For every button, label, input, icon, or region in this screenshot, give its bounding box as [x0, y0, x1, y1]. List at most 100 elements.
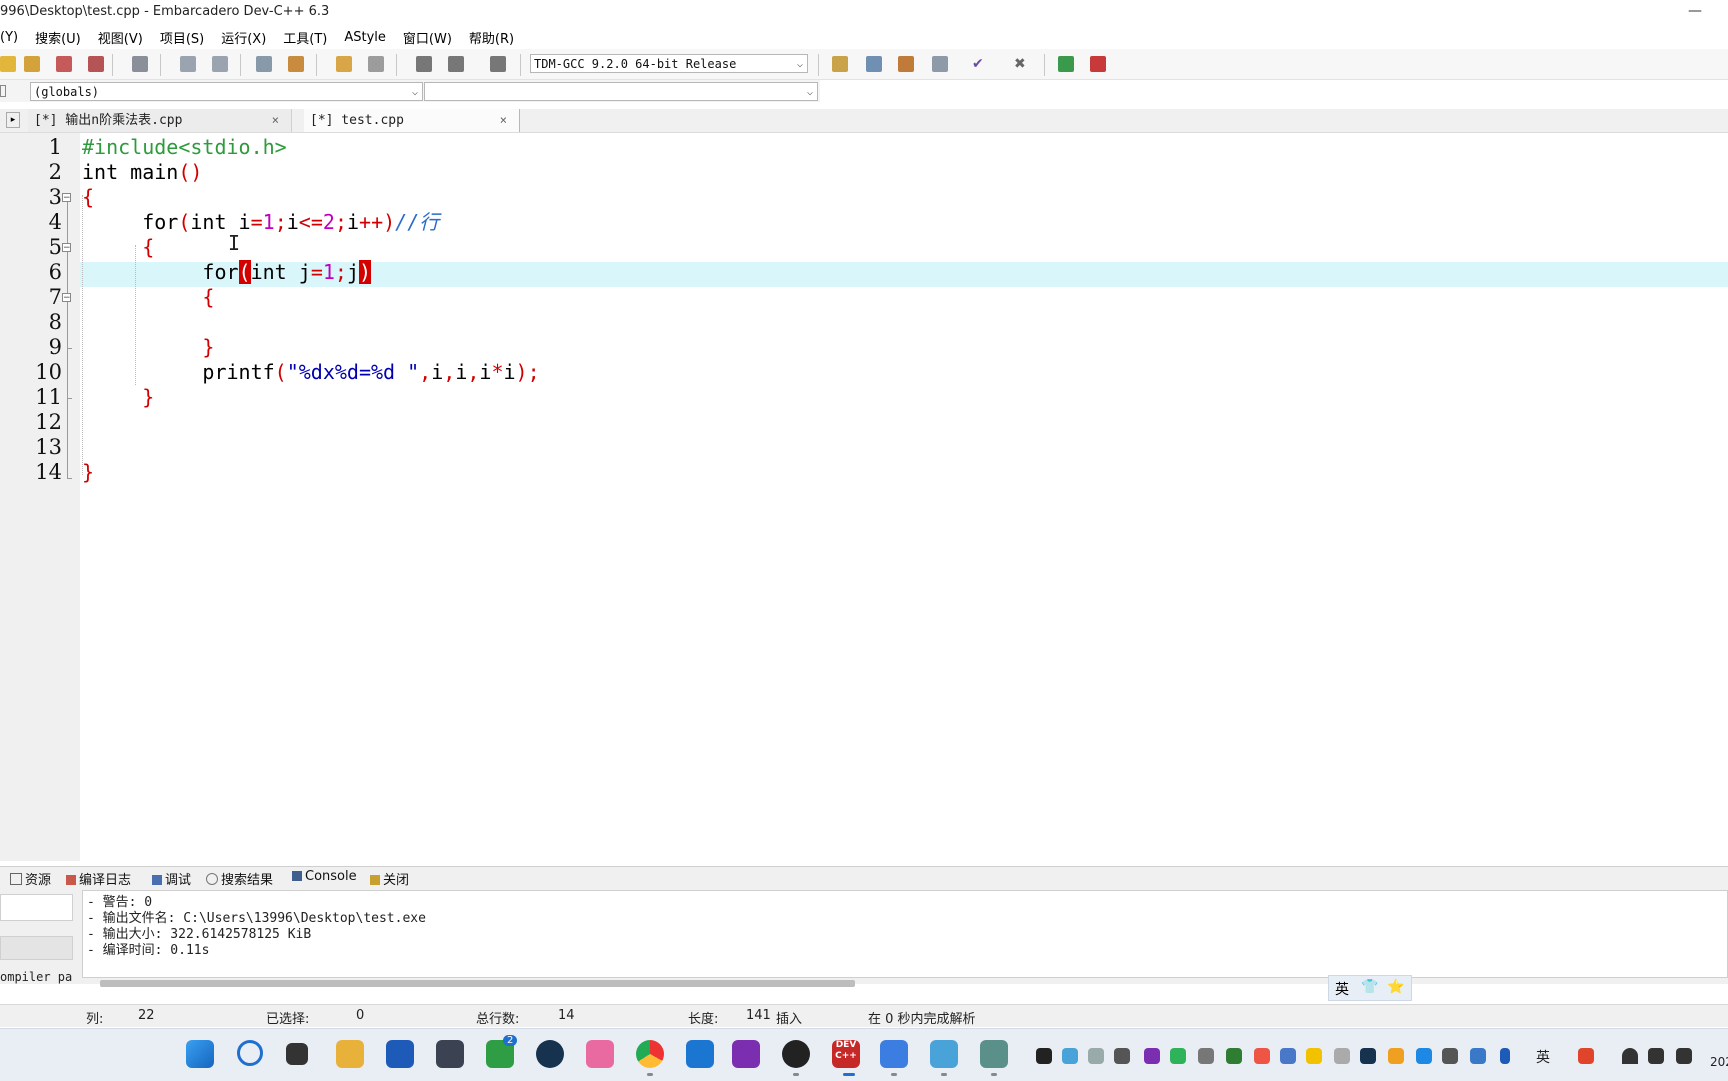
devcpp-icon[interactable]: DEV C++	[832, 1040, 860, 1068]
tab-console[interactable]: Console	[292, 869, 357, 884]
toggle-comment-icon[interactable]	[490, 56, 506, 72]
tab-close-panel[interactable]: 关闭	[370, 869, 409, 888]
redo-icon[interactable]	[368, 56, 384, 72]
close-icon[interactable]: ×	[272, 109, 279, 132]
chrome-icon[interactable]	[636, 1040, 664, 1068]
tray-icon[interactable]	[1254, 1048, 1270, 1064]
menu-item-search[interactable]: 搜索(U)	[35, 28, 81, 47]
compile-log-output[interactable]: - 警告: 0 - 输出文件名: C:\Users\13996\Desktop\…	[82, 890, 1728, 978]
tray-language[interactable]: 英	[1536, 1047, 1550, 1067]
star-icon[interactable]: ⭐	[1387, 979, 1404, 995]
onenote-icon[interactable]	[732, 1040, 760, 1068]
tray-icon[interactable]	[1170, 1048, 1186, 1064]
replace-icon[interactable]	[212, 56, 228, 72]
menu-item-file[interactable]: (Y)	[0, 30, 18, 45]
tab-resources[interactable]: 资源	[10, 869, 51, 888]
editor-tab-bar: ▸ [*] 输出n阶乘法表.cpp × [*] test.cpp ×	[0, 109, 1728, 133]
bluetooth-icon[interactable]	[1416, 1048, 1432, 1064]
stop-icon[interactable]: ✖	[1014, 56, 1030, 72]
code-editor[interactable]: 1 2 3 4 5 6 7 8 9 10 11 12 13 14 − − − #…	[0, 133, 1728, 861]
start-icon[interactable]	[186, 1040, 214, 1068]
minimize-button[interactable]: —	[1678, 0, 1712, 24]
wifi-icon[interactable]	[1622, 1048, 1638, 1064]
app-icon[interactable]	[686, 1040, 714, 1068]
compiler-select[interactable]: TDM-GCC 9.2.0 64-bit Release ⌵	[530, 54, 808, 73]
open-icon[interactable]	[0, 56, 16, 72]
member-select[interactable]: ⌵	[424, 82, 818, 101]
tray-icon[interactable]	[1036, 1048, 1052, 1064]
tray-icon[interactable]	[1388, 1048, 1404, 1064]
horizontal-scrollbar[interactable]	[100, 980, 855, 987]
panel-toggle-icon[interactable]	[0, 85, 6, 97]
tab-multiplication-table[interactable]: [*] 输出n阶乘法表.cpp ×	[28, 109, 292, 132]
menu-item-tools[interactable]: 工具(T)	[283, 28, 327, 47]
app-icon[interactable]	[930, 1040, 958, 1068]
tab-search-results[interactable]: 搜索结果	[206, 869, 273, 888]
find-icon[interactable]	[180, 56, 196, 72]
save-icon[interactable]	[24, 56, 40, 72]
tray-icon[interactable]	[1114, 1048, 1130, 1064]
goto-line-icon[interactable]	[256, 56, 272, 72]
fold-toggle-icon[interactable]: −	[62, 193, 71, 203]
debug-icon[interactable]	[1090, 56, 1106, 72]
close-all-icon[interactable]	[88, 56, 104, 72]
bookmark-icon[interactable]	[288, 56, 304, 72]
scope-select[interactable]: (globals) ⌵	[30, 82, 423, 101]
indent-icon[interactable]	[416, 56, 432, 72]
tray-icon[interactable]	[1062, 1048, 1078, 1064]
skin-icon[interactable]: 👕	[1361, 979, 1378, 995]
app-icon[interactable]	[436, 1040, 464, 1068]
volume-icon[interactable]	[1648, 1048, 1664, 1064]
menu-item-help[interactable]: 帮助(R)	[469, 28, 514, 47]
microsoft-store-icon[interactable]	[386, 1040, 414, 1068]
obs-icon[interactable]	[782, 1040, 810, 1068]
menu-item-astyle[interactable]: AStyle	[344, 30, 386, 45]
battery-icon[interactable]	[1676, 1048, 1692, 1064]
tray-icon[interactable]	[1306, 1048, 1322, 1064]
tab-compile-log[interactable]: 编译日志	[66, 869, 131, 888]
menu-item-view[interactable]: 视图(V)	[98, 28, 143, 47]
compiler-options-field[interactable]	[0, 894, 73, 921]
line-gutter: 1 2 3 4 5 6 7 8 9 10 11 12 13 14 − − −	[0, 133, 80, 861]
ime-language[interactable]: 英	[1335, 979, 1349, 999]
tray-icon[interactable]	[1360, 1048, 1376, 1064]
tray-icon[interactable]	[1470, 1048, 1486, 1064]
tab-scroll-icon[interactable]: ▸	[6, 112, 20, 128]
chart-icon[interactable]	[1058, 56, 1074, 72]
menu-item-project[interactable]: 项目(S)	[160, 28, 204, 47]
clock[interactable]: 202	[1710, 1055, 1728, 1069]
notepad-icon[interactable]	[880, 1040, 908, 1068]
tray-icon[interactable]	[1144, 1048, 1160, 1064]
compile-icon[interactable]	[832, 56, 848, 72]
run-icon[interactable]	[866, 56, 882, 72]
compiler-options-button[interactable]	[0, 936, 73, 960]
syntax-check-icon[interactable]: ✔	[972, 56, 988, 72]
tab-test-cpp[interactable]: [*] test.cpp ×	[304, 109, 520, 132]
steam-icon[interactable]	[536, 1040, 564, 1068]
close-file-icon[interactable]	[56, 56, 72, 72]
tab-debug[interactable]: 调试	[152, 869, 191, 888]
fold-toggle-icon[interactable]: −	[62, 243, 71, 253]
tray-icon[interactable]	[1280, 1048, 1296, 1064]
search-icon[interactable]	[237, 1040, 263, 1066]
menu-item-window[interactable]: 窗口(W)	[403, 28, 452, 47]
close-icon[interactable]: ×	[500, 109, 507, 132]
tray-icon[interactable]	[1442, 1048, 1458, 1064]
tray-icon[interactable]	[1088, 1048, 1104, 1064]
file-explorer-icon[interactable]	[336, 1040, 364, 1068]
tray-icon[interactable]	[1198, 1048, 1214, 1064]
print-icon[interactable]	[132, 56, 148, 72]
rebuild-icon[interactable]	[932, 56, 948, 72]
tray-icon[interactable]	[1334, 1048, 1350, 1064]
tray-icon[interactable]	[1226, 1048, 1242, 1064]
bilibili-icon[interactable]	[586, 1040, 614, 1068]
app-icon[interactable]	[980, 1040, 1008, 1068]
tray-icon[interactable]	[1578, 1048, 1594, 1064]
undo-icon[interactable]	[336, 56, 352, 72]
task-view-icon[interactable]	[286, 1043, 308, 1065]
unindent-icon[interactable]	[448, 56, 464, 72]
compile-run-icon[interactable]	[898, 56, 914, 72]
menu-item-run[interactable]: 运行(X)	[221, 28, 266, 47]
microphone-icon[interactable]	[1500, 1048, 1510, 1064]
fold-toggle-icon[interactable]: −	[62, 293, 71, 303]
